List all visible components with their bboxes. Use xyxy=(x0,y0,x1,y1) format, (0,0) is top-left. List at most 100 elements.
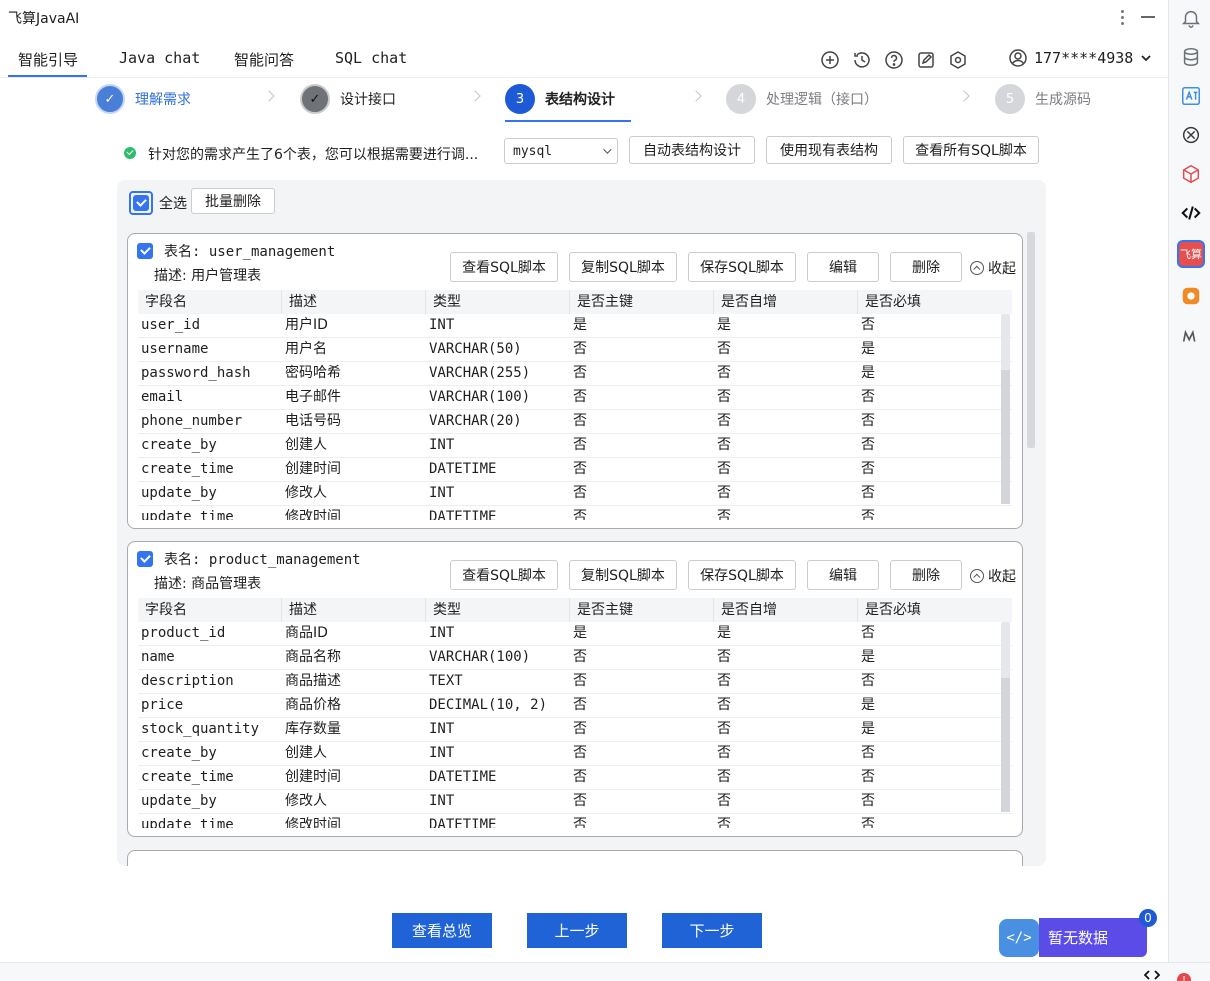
tab-smart-qa[interactable]: 智能问答 xyxy=(234,49,294,70)
error-indicator-icon[interactable]: ! xyxy=(1177,973,1191,981)
assistant-icon[interactable] xyxy=(1177,282,1205,310)
view-sql-button[interactable]: 查看SQL脚本 xyxy=(450,560,558,590)
code-tag-icon[interactable] xyxy=(1144,968,1160,981)
minimize-icon[interactable] xyxy=(1141,16,1155,18)
database-type-select[interactable]: mysql xyxy=(504,138,618,164)
table-cell: 否 xyxy=(573,341,587,357)
more-options-icon[interactable] xyxy=(1116,6,1128,28)
table-cell: 创建时间 xyxy=(285,769,341,785)
table-row[interactable]: stock_quantity 库存数量 INT 否 否 是 xyxy=(138,718,1012,742)
database-icon[interactable] xyxy=(1177,43,1205,71)
table-row[interactable]: update_by 修改人 INT 否 否 否 xyxy=(138,790,1012,814)
delete-table-button[interactable]: 删除 xyxy=(890,560,962,590)
save-sql-button[interactable]: 保存SQL脚本 xyxy=(688,252,796,282)
table-row[interactable]: create_by 创建人 INT 否 否 否 xyxy=(138,434,1012,458)
table-row[interactable]: username 用户名 VARCHAR(50) 否 否 是 xyxy=(138,338,1012,362)
table-name: 表名: user_management xyxy=(164,244,336,260)
table-row[interactable]: update_time 修改时间 DATETIME 否 否 否 xyxy=(138,506,1012,520)
step-label: 理解需求 xyxy=(135,92,191,108)
table-design-panel: 全选 批量删除 表名: user_management 描述: 用户管理表 查看… xyxy=(117,180,1046,866)
m-plugin-icon[interactable] xyxy=(1177,322,1205,350)
settings-icon[interactable] xyxy=(948,50,968,70)
collapse-toggle[interactable]: 收起 xyxy=(970,258,1016,278)
code-tag-icon[interactable] xyxy=(1177,199,1205,227)
table-select-checkbox[interactable] xyxy=(137,551,153,567)
view-sql-button[interactable]: 查看SQL脚本 xyxy=(450,252,558,282)
tab-java-chat[interactable]: Java chat xyxy=(119,49,200,67)
table-scrollbar-thumb[interactable] xyxy=(1001,370,1010,504)
table-cell: DATETIME xyxy=(429,509,497,520)
view-all-sql-button[interactable]: 查看所有SQL脚本 xyxy=(903,136,1039,164)
table-cell: 否 xyxy=(717,817,731,828)
table-cell: 商品ID xyxy=(285,625,328,641)
table-cell: 否 xyxy=(573,461,587,477)
bulk-delete-button[interactable]: 批量删除 xyxy=(191,188,275,214)
copy-sql-button[interactable]: 复制SQL脚本 xyxy=(569,252,677,282)
column-header: 是否主键 xyxy=(570,290,714,314)
edit-table-button[interactable]: 编辑 xyxy=(807,252,879,282)
cube-icon[interactable] xyxy=(1177,160,1205,188)
delete-table-button[interactable]: 删除 xyxy=(890,252,962,282)
table-row[interactable]: product_id 商品ID INT 是 是 否 xyxy=(138,622,1012,646)
table-cell: 否 xyxy=(717,365,731,381)
table-row[interactable]: update_by 修改人 INT 否 否 否 xyxy=(138,482,1012,506)
table-cell: DATETIME xyxy=(429,817,497,828)
history-icon[interactable] xyxy=(852,50,872,70)
tab-sql-chat[interactable]: SQL chat xyxy=(335,49,407,67)
step-process-logic[interactable]: 4 处理逻辑（接口） xyxy=(726,84,878,114)
translate-icon[interactable] xyxy=(1177,82,1205,110)
next-step-button[interactable]: 下一步 xyxy=(662,913,762,948)
table-cell: user_id xyxy=(141,317,201,333)
column-header: 类型 xyxy=(426,290,570,314)
table-cell: 是 xyxy=(573,625,587,641)
feisuan-brand-icon[interactable]: 飞算 xyxy=(1177,240,1205,268)
table-row[interactable]: create_time 创建时间 DATETIME 否 否 否 xyxy=(138,458,1012,482)
code-chat-icon[interactable]: </> xyxy=(999,919,1039,957)
floating-chat-label[interactable]: 暂无数据 xyxy=(1039,918,1147,957)
copy-sql-button[interactable]: 复制SQL脚本 xyxy=(569,560,677,590)
title-bar: 飞算JavaAI xyxy=(0,0,1168,36)
table-cell: 否 xyxy=(717,673,731,689)
table-cell: 创建人 xyxy=(285,437,327,453)
table-row[interactable]: update_time 修改时间 DATETIME 否 否 否 xyxy=(138,814,1012,828)
panel-scrollbar[interactable] xyxy=(1027,232,1035,448)
plus-circle-icon[interactable] xyxy=(820,50,840,70)
table-cell: INT xyxy=(429,317,455,333)
table-description: 描述: 用户管理表 xyxy=(154,268,262,284)
table-row[interactable]: description 商品描述 TEXT 否 否 否 xyxy=(138,670,1012,694)
tabs-divider xyxy=(0,77,1168,78)
table-row[interactable]: password_hash 密码哈希 VARCHAR(255) 否 否 是 xyxy=(138,362,1012,386)
collapse-toggle[interactable]: 收起 xyxy=(970,566,1016,586)
table-cell: 创建人 xyxy=(285,745,327,761)
table-cell: 否 xyxy=(861,509,875,520)
help-icon[interactable] xyxy=(884,50,904,70)
table-row[interactable]: email 电子邮件 VARCHAR(100) 否 否 否 xyxy=(138,386,1012,410)
notifications-icon[interactable] xyxy=(1177,4,1205,32)
step-generate-code[interactable]: 5 生成源码 xyxy=(995,84,1091,114)
table-row[interactable]: phone_number 电话号码 VARCHAR(20) 否 否 否 xyxy=(138,410,1012,434)
overview-button[interactable]: 查看总览 xyxy=(392,913,492,948)
table-cell: 是 xyxy=(861,697,875,713)
table-row[interactable]: create_time 创建时间 DATETIME 否 否 否 xyxy=(138,766,1012,790)
table-row[interactable]: create_by 创建人 INT 否 否 否 xyxy=(138,742,1012,766)
previous-step-button[interactable]: 上一步 xyxy=(527,913,627,948)
use-existing-tables-button[interactable]: 使用现有表结构 xyxy=(766,136,892,164)
tab-smart-guide[interactable]: 智能引导 xyxy=(18,49,78,70)
step-design-interface[interactable]: ✓ 设计接口 xyxy=(300,84,396,114)
edit-icon[interactable] xyxy=(916,50,936,70)
table-row[interactable]: name 商品名称 VARCHAR(100) 否 否 是 xyxy=(138,646,1012,670)
table-row[interactable]: user_id 用户ID INT 是 是 否 xyxy=(138,314,1012,338)
table-select-checkbox[interactable] xyxy=(137,243,153,259)
edit-table-button[interactable]: 编辑 xyxy=(807,560,879,590)
auto-table-design-button[interactable]: 自动表结构设计 xyxy=(629,136,755,164)
step-understand-requirements[interactable]: ✓ 理解需求 xyxy=(95,84,191,114)
save-sql-button[interactable]: 保存SQL脚本 xyxy=(688,560,796,590)
plugin-icon[interactable] xyxy=(1177,121,1205,149)
step-table-design[interactable]: 3 表结构设计 xyxy=(505,84,615,114)
table-cell: update_by xyxy=(141,485,217,501)
table-row[interactable]: price 商品价格 DECIMAL(10, 2) 否 否 是 xyxy=(138,694,1012,718)
table-scrollbar-thumb[interactable] xyxy=(1001,678,1010,812)
select-all-checkbox[interactable]: 全选 xyxy=(129,191,187,215)
floating-chat-widget[interactable]: </> 暂无数据 0 xyxy=(999,909,1157,958)
account-menu[interactable]: 177****4938 xyxy=(1008,48,1153,68)
